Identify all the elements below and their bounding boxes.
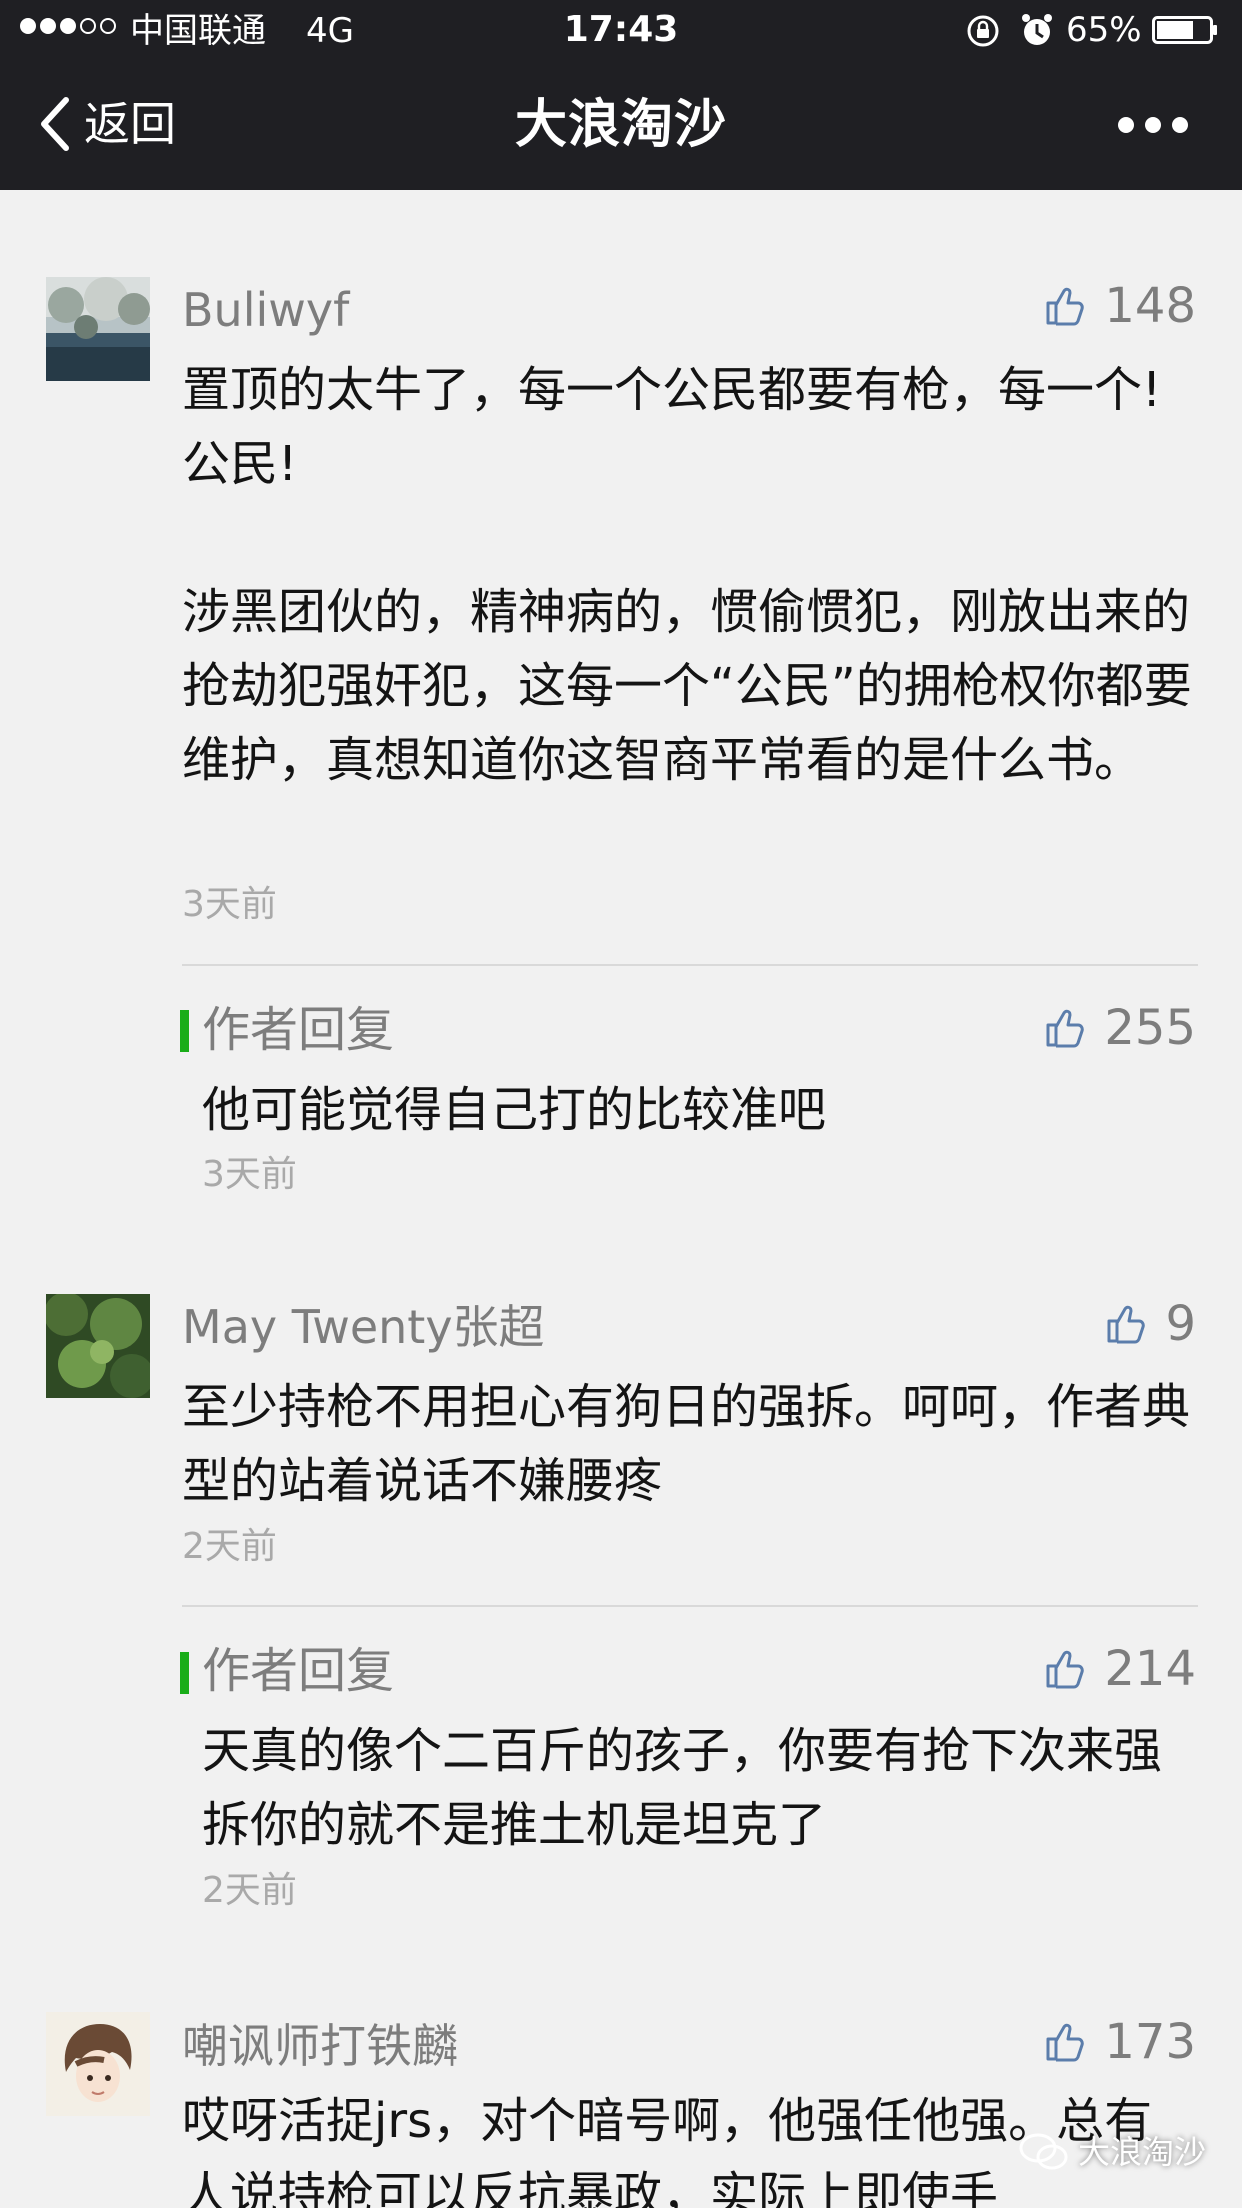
rotation-lock-icon [967,15,999,47]
comment-author[interactable]: May Twenty张超 [182,1297,545,1357]
status-time: 17:43 [563,9,679,50]
comment-text: 至少持枪不用担心有狗日的强拆。呵呵，作者典型的站着说话不嫌腰疼 [182,1370,1198,1518]
reply-accent-bar [180,1010,189,1052]
reply-text: 天真的像个二百斤的孩子，你要有抢下次来强拆你的就不是推土机是坦克了 [202,1723,1163,1853]
comment-time: 2天前 [182,1526,277,1567]
more-dot-icon [1145,117,1161,133]
like-count: 148 [1104,278,1196,334]
watermark: 大浪淘沙 [1018,2132,1206,2172]
like-button[interactable]: 9 [1105,1294,1196,1354]
like-button[interactable]: 255 [1044,998,1196,1058]
thumbs-up-icon [1046,1009,1085,1048]
navigation-bar: 返回 大浪淘沙 [0,62,1242,190]
like-count: 173 [1104,2014,1196,2070]
thumbs-up-icon [1046,1650,1085,1689]
comment-paragraph: 置顶的太牛了，每一个公民都要有枪，每一个!公民! [182,362,1162,492]
reply-accent-bar [180,1652,189,1694]
watermark-text: 大浪淘沙 [1078,2133,1207,2171]
like-count: 9 [1165,1296,1196,1352]
reply-time: 3天前 [202,1154,297,1195]
top-bar: 中国联通 4G 17:43 65% 返回 大浪淘沙 [0,0,1242,190]
like-count: 255 [1104,1000,1196,1056]
thumbs-up-icon [1107,1305,1146,1344]
reply-time: 2天前 [202,1870,297,1911]
divider [182,964,1198,966]
thumbs-up-icon [1046,287,1085,326]
more-options-button[interactable] [1118,110,1188,140]
more-dot-icon [1118,117,1134,133]
reply-title: 作者回复 [202,1002,395,1058]
thumbs-up-icon [1046,2023,1085,2062]
like-button[interactable]: 214 [1044,1639,1196,1699]
comment-paragraph: 至少持枪不用担心有狗日的强拆。呵呵，作者典型的站着说话不嫌腰疼 [182,1379,1191,1509]
avatar[interactable] [46,2012,150,2116]
like-button[interactable]: 148 [1044,276,1196,336]
battery-percent: 65% [1066,10,1142,50]
reply-text: 他可能觉得自己打的比较准吧 [202,1082,827,1138]
comment-author[interactable]: Buliwyf [182,280,349,340]
status-bar: 中国联通 4G 17:43 65% [0,0,1242,62]
like-count: 214 [1104,1641,1196,1697]
avatar-foliage-image [46,1294,150,1398]
like-button[interactable]: 173 [1044,2012,1196,2072]
app-screen: 中国联通 4G 17:43 65% 返回 大浪淘沙 Buliwyf 148 置顶… [0,0,1242,2208]
page-title: 大浪淘沙 [514,95,727,155]
avatar[interactable] [46,277,150,381]
reply-title: 作者回复 [202,1643,395,1699]
avatar[interactable] [46,1294,150,1398]
comment-time: 3天前 [182,884,277,925]
comment-text: 置顶的太牛了，每一个公民都要有枪，每一个!公民! 涉黑团伙的，精神病的，惯偷惯犯… [182,353,1198,797]
comment-author[interactable]: 嘲讽师打铁麟 [182,2016,458,2076]
battery-icon [1152,16,1217,44]
avatar-lake-image [46,277,150,381]
avatar-cartoon-boy-image [46,2012,150,2116]
more-dot-icon [1172,117,1188,133]
comment-paragraph: 涉黑团伙的，精神病的，惯偷惯犯，刚放出来的抢劫犯强奸犯，这每一个“公民”的拥枪权… [182,584,1192,788]
wechat-logo-icon [1019,2133,1068,2170]
divider [182,1605,1198,1607]
alarm-icon [1022,14,1052,45]
